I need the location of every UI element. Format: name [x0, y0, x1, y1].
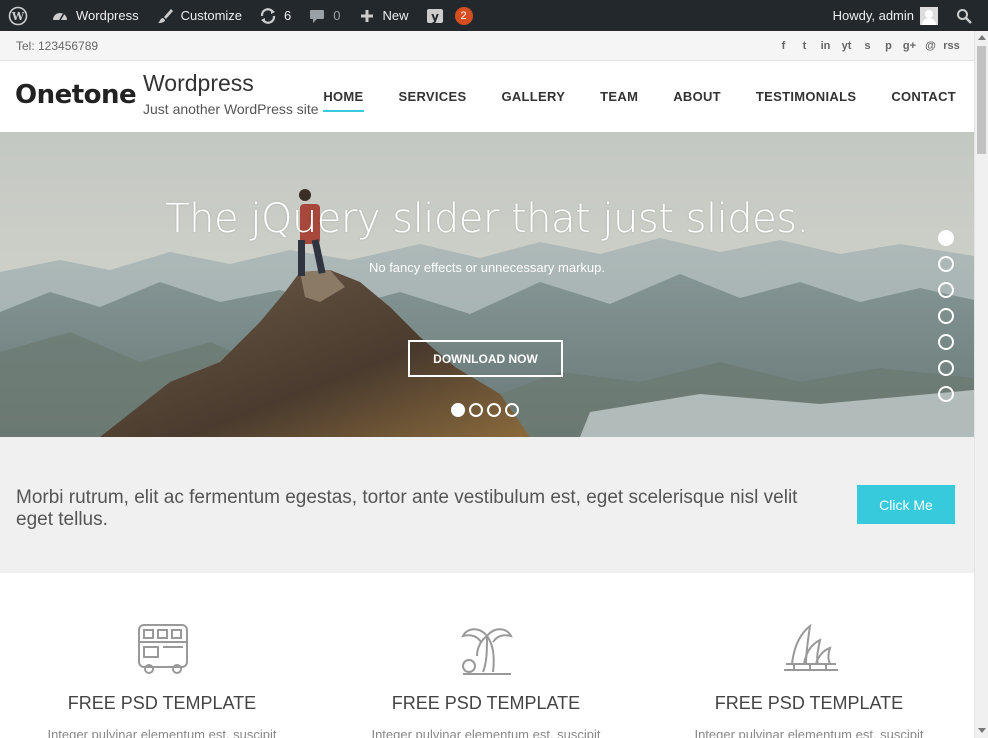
top-info-bar: Tel: 123456789 f t in yt s p g+ @ rss	[0, 31, 974, 61]
site-logo[interactable]: Onetone	[15, 80, 137, 110]
click-me-button[interactable]: Click Me	[857, 485, 955, 524]
nav-about[interactable]: ABOUT	[673, 89, 721, 104]
avatar	[920, 6, 938, 25]
section-dot-4[interactable]	[938, 308, 954, 324]
callout-text: Morbi rutrum, elit ac fermentum egestas,…	[16, 487, 798, 530]
comments-link[interactable]: 0	[299, 0, 348, 31]
plus-icon	[357, 6, 377, 26]
updates-icon	[258, 6, 278, 26]
main-navigation: HOME SERVICES GALLERY TEAM ABOUT TESTIMO…	[288, 61, 956, 132]
svg-text:y: y	[431, 10, 439, 24]
feature-title: FREE PSD TEMPLATE	[391, 693, 581, 713]
slider-dot-3[interactable]	[487, 403, 501, 417]
admin-bar-right: Howdy, admin	[825, 0, 988, 31]
skype-icon[interactable]: s	[861, 39, 874, 52]
site-header: Onetone Wordpress Just another WordPress…	[0, 61, 974, 132]
comments-icon	[307, 6, 327, 26]
slider-dot-2[interactable]	[469, 403, 483, 417]
section-dot-3[interactable]	[938, 282, 954, 298]
download-now-button[interactable]: DOWNLOAD NOW	[408, 340, 563, 377]
site-title[interactable]: Wordpress	[143, 70, 254, 97]
mountain-background-image	[0, 132, 974, 437]
feature-description: Integer pulvinar elementum est, suscipit	[694, 727, 924, 738]
customize-link[interactable]: Customize	[147, 0, 250, 31]
nav-services[interactable]: SERVICES	[399, 89, 467, 104]
pinterest-icon[interactable]: p	[882, 39, 895, 52]
scroll-down-arrow-icon[interactable]	[978, 728, 986, 733]
section-dot-5[interactable]	[938, 334, 954, 350]
slider-dot-1[interactable]	[451, 403, 465, 417]
updates-count: 6	[284, 8, 292, 23]
nav-contact[interactable]: CONTACT	[891, 89, 956, 104]
slide-title: The jQuery slider that just slides.	[165, 196, 809, 242]
yoast-seo-menu[interactable]: y 2	[417, 0, 481, 31]
section-dot-7[interactable]	[938, 386, 954, 402]
twitter-icon[interactable]: t	[798, 39, 811, 52]
palm-tree-icon	[461, 628, 513, 675]
feature-title: FREE PSD TEMPLATE	[714, 693, 904, 713]
youtube-icon[interactable]: yt	[840, 39, 853, 52]
rss-icon[interactable]: rss	[943, 39, 960, 52]
admin-bar-left: W Wordpress Customize 6 0 New y 2	[0, 0, 481, 31]
site-name-label: Wordpress	[76, 8, 139, 23]
svg-text:W: W	[11, 10, 25, 23]
social-icons: f t in yt s p g+ @ rss	[777, 39, 960, 52]
callout-section: Morbi rutrum, elit ac fermentum egestas,…	[0, 437, 974, 573]
sydney-opera-house-icon	[784, 623, 838, 671]
updates-link[interactable]: 6	[250, 0, 299, 31]
comments-count: 0	[333, 8, 341, 23]
nav-testimonials[interactable]: TESTIMONIALS	[756, 89, 856, 104]
slider-dot-4[interactable]	[505, 403, 519, 417]
howdy-label: Howdy, admin	[832, 8, 914, 23]
email-icon[interactable]: @	[924, 39, 937, 52]
slider-pagination	[451, 403, 519, 417]
telephone-text: Tel: 123456789	[16, 39, 99, 53]
new-label: New	[382, 8, 409, 23]
google-plus-icon[interactable]: g+	[903, 39, 916, 52]
site-name-menu[interactable]: Wordpress	[42, 0, 147, 31]
my-account-menu[interactable]: Howdy, admin	[825, 0, 946, 31]
scroll-up-arrow-icon[interactable]	[978, 35, 986, 40]
yoast-notification-badge: 2	[454, 6, 473, 25]
section-dot-6[interactable]	[938, 360, 954, 376]
wp-logo-menu[interactable]: W	[0, 0, 42, 31]
linkedin-icon[interactable]: in	[819, 39, 832, 52]
page-scrollbar[interactable]	[974, 31, 988, 738]
hero-slider: The jQuery slider that just slides. No f…	[0, 132, 974, 437]
browser-page: W Wordpress Customize 6 0 New y 2 Howdy,…	[0, 0, 988, 738]
nav-home[interactable]: HOME	[323, 89, 364, 112]
new-content-menu[interactable]: New	[349, 0, 417, 31]
section-dot-2[interactable]	[938, 256, 954, 272]
search-icon	[954, 6, 974, 26]
customize-label: Customize	[180, 8, 243, 23]
section-navigation-dots	[938, 230, 954, 402]
nav-gallery[interactable]: GALLERY	[501, 89, 565, 104]
wordpress-logo-icon: W	[8, 6, 28, 26]
wp-admin-bar: W Wordpress Customize 6 0 New y 2 Howdy,…	[0, 0, 988, 31]
admin-search-button[interactable]	[946, 0, 988, 31]
paintbrush-icon	[155, 6, 175, 26]
features-section: FREE PSD TEMPLATE Integer pulvinar eleme…	[0, 573, 974, 738]
scroll-thumb[interactable]	[977, 46, 986, 154]
feature-title: FREE PSD TEMPLATE	[67, 693, 257, 713]
feature-description: Integer pulvinar elementum est, suscipit	[47, 727, 277, 738]
yoast-icon: y	[425, 6, 445, 26]
facebook-icon[interactable]: f	[777, 39, 790, 52]
section-dot-1[interactable]	[938, 230, 954, 246]
nav-team[interactable]: TEAM	[600, 89, 638, 104]
feature-description: Integer pulvinar elementum est, suscipit	[371, 727, 601, 738]
slide-subtitle: No fancy effects or unnecessary markup.	[368, 260, 606, 275]
double-decker-bus-icon	[138, 624, 188, 674]
dashboard-icon	[50, 6, 70, 26]
